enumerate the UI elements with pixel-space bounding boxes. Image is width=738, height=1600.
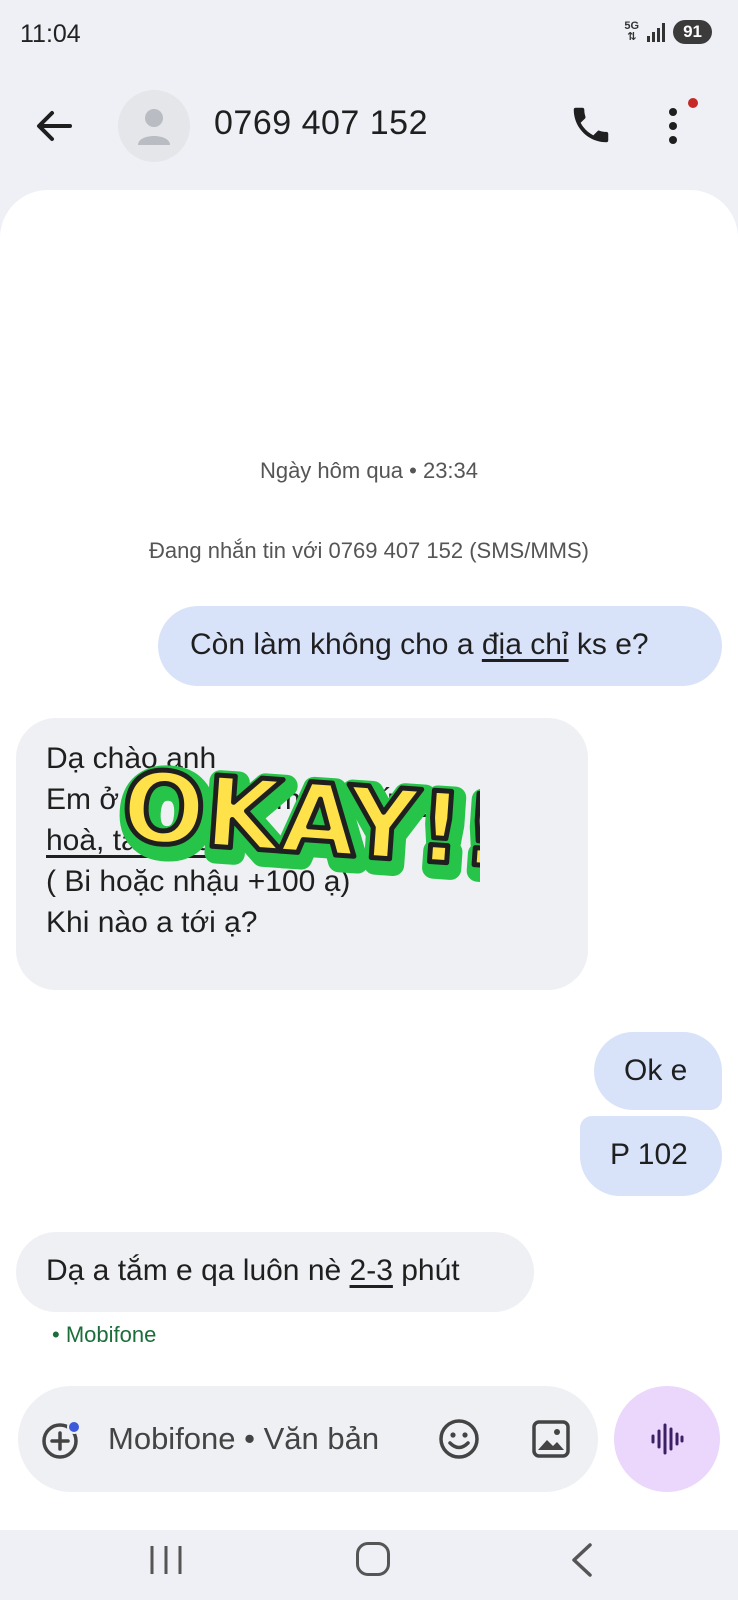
address-link[interactable]: địa chỉ (482, 628, 569, 661)
message-input[interactable]: Mobifone • Văn bản (108, 1386, 438, 1492)
compose-bar: Mobifone • Văn bản (18, 1386, 598, 1492)
contact-name[interactable]: 0769 407 152 (214, 104, 428, 143)
add-circle-icon (42, 1420, 81, 1459)
recents-icon (150, 1546, 182, 1574)
message-bubble-incoming[interactable]: Dạ a tắm e qa luôn nè 2-3 phút (16, 1232, 534, 1312)
status-time: 11:04 (20, 20, 81, 48)
date-separator: Ngày hôm qua • 23:34 (259, 458, 479, 483)
image-icon (532, 1420, 570, 1458)
message-bubble-outgoing[interactable]: Còn làm không cho a địa chỉ ks e? (158, 606, 722, 686)
chevron-left-icon (572, 1543, 592, 1577)
status-icons: 5G ⇅ 91 (624, 20, 712, 44)
attach-button[interactable] (40, 1419, 82, 1461)
network-5g-icon: 5G ⇅ (624, 20, 640, 43)
call-button[interactable] (568, 102, 618, 152)
emoji-icon (439, 1419, 479, 1459)
system-back-button[interactable] (566, 1542, 596, 1578)
sim-sender-tag: • Mobifone (52, 1322, 157, 1347)
okay-sticker: OKAY!! OKAY!! (111, 745, 480, 900)
home-button[interactable] (356, 1542, 390, 1576)
time-link[interactable]: 2-3 (350, 1254, 393, 1287)
phone-icon (573, 107, 609, 143)
conversation-header: 0769 407 152 (0, 80, 738, 180)
contact-avatar[interactable] (118, 90, 190, 162)
voice-message-button[interactable] (614, 1386, 720, 1492)
message-bubble-outgoing[interactable]: Ok e (594, 1032, 722, 1110)
back-button[interactable] (30, 102, 78, 150)
person-icon (138, 109, 170, 145)
conversation-info: Đang nhắn tin với 0769 407 152 (SMS/MMS) (149, 538, 589, 563)
arrow-left-icon (37, 111, 72, 141)
gallery-button[interactable] (528, 1416, 574, 1462)
voice-waveform-icon (651, 1423, 684, 1455)
recents-button[interactable] (148, 1544, 184, 1576)
notification-dot (688, 98, 698, 108)
system-nav-bar (0, 1530, 738, 1600)
more-vert-icon (669, 108, 677, 144)
emoji-button[interactable] (436, 1416, 482, 1462)
more-options-button[interactable] (660, 98, 710, 154)
signal-icon (647, 22, 666, 42)
battery-indicator: 91 (673, 20, 712, 44)
message-bubble-outgoing[interactable]: P 102 (580, 1116, 722, 1196)
status-bar: 11:04 5G ⇅ 91 (0, 0, 738, 70)
